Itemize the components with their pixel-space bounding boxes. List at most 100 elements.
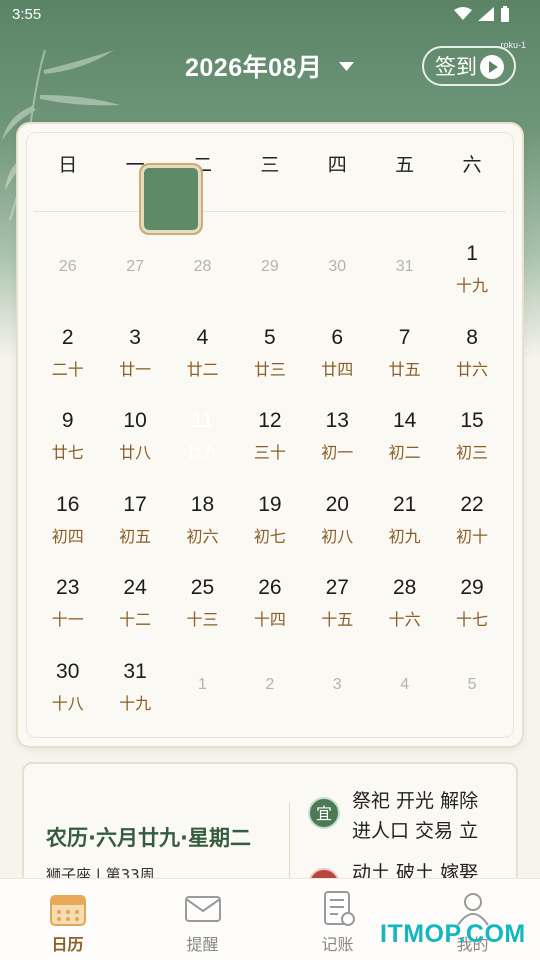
lunar-day: 十七 bbox=[456, 610, 489, 630]
calendar-day[interactable]: 8 廿六 bbox=[438, 316, 505, 400]
checkin-button[interactable]: 签到 bbox=[422, 46, 516, 86]
lunar-day: 初三 bbox=[456, 443, 489, 463]
day-number: 5 bbox=[467, 675, 477, 693]
calendar-day[interactable]: 4 廿二 bbox=[169, 316, 236, 400]
lunar-day: 廿一 bbox=[119, 359, 152, 379]
calendar-day[interactable]: 20 初八 bbox=[304, 483, 371, 567]
ledger-icon bbox=[324, 891, 355, 926]
info-divider bbox=[289, 802, 290, 878]
day-number: 14 bbox=[392, 409, 417, 433]
lunar-day: 十九 bbox=[456, 276, 489, 295]
day-number: 1 bbox=[198, 675, 207, 693]
lunar-day: 廿三 bbox=[253, 359, 286, 379]
nav-item-reminder[interactable]: 提醒 bbox=[135, 879, 270, 960]
calendar-day[interactable]: 27 十五 bbox=[304, 566, 371, 650]
status-time: 3:55 bbox=[12, 6, 42, 23]
calendar-day[interactable]: 26 十四 bbox=[236, 566, 303, 650]
day-number: 20 bbox=[325, 492, 349, 516]
day-number: 28 bbox=[193, 258, 212, 275]
lunar-day: 初十 bbox=[456, 526, 489, 546]
nav-item-calendar[interactable]: 日历 bbox=[0, 879, 135, 960]
day-number: 30 bbox=[56, 659, 80, 683]
lunar-day: 十二 bbox=[119, 610, 152, 630]
nav-label-calendar: 日历 bbox=[51, 935, 84, 954]
day-number: 3 bbox=[332, 675, 342, 693]
calendar-day[interactable]: 22 初十 bbox=[438, 483, 505, 567]
day-number: 13 bbox=[325, 409, 349, 433]
envelope-icon bbox=[185, 896, 221, 922]
calendar-day-selected[interactable]: 11 廿九 bbox=[169, 399, 236, 483]
calendar-day[interactable]: 26 bbox=[34, 232, 101, 316]
calendar-day[interactable]: 5 bbox=[438, 650, 505, 734]
calendar-day[interactable]: 1 bbox=[169, 650, 236, 734]
calendar-day[interactable]: 3 廿一 bbox=[101, 316, 168, 400]
day-number: 6 bbox=[331, 325, 344, 349]
calendar-day[interactable]: 1 十九 bbox=[438, 232, 505, 316]
lunar-day: 二十 bbox=[51, 359, 84, 379]
calendar-day[interactable]: 16 初四 bbox=[34, 483, 101, 567]
month-title[interactable]: 2026年08月 bbox=[185, 48, 322, 84]
day-number: 21 bbox=[392, 492, 417, 516]
day-number: 23 bbox=[56, 576, 80, 600]
calendar-day[interactable]: 25 十三 bbox=[169, 566, 236, 650]
lunar-day: 十四 bbox=[253, 610, 286, 630]
day-number: 7 bbox=[398, 325, 411, 349]
selected-day-highlight bbox=[139, 163, 203, 235]
calendar-day[interactable]: 29 十七 bbox=[438, 566, 505, 650]
lunar-day: 初四 bbox=[51, 526, 84, 546]
calendar-day[interactable]: 2 二十 bbox=[34, 316, 101, 400]
lunar-day: 初五 bbox=[119, 526, 152, 546]
calendar-grid: 26 27 28 29 30 31 1 十九 2 二十 3 廿一 4 廿二 5 廿三 6 廿四 7 廿五 8 廿六 9 廿七 1… bbox=[34, 232, 506, 734]
lunar-day: 十三 bbox=[186, 610, 219, 630]
calendar-day[interactable]: 15 初三 bbox=[438, 399, 505, 483]
calendar-day[interactable]: 2 bbox=[236, 650, 303, 734]
lunar-day: 初八 bbox=[321, 526, 354, 546]
calendar-day[interactable]: 30 十八 bbox=[34, 650, 101, 734]
day-number: 10 bbox=[123, 409, 147, 433]
calendar-day[interactable]: 28 十六 bbox=[371, 566, 438, 650]
calendar-day[interactable]: 10 廿八 bbox=[101, 399, 168, 483]
lunar-day: 十八 bbox=[51, 693, 84, 713]
calendar-day[interactable]: 27 bbox=[101, 232, 168, 316]
calendar-day[interactable]: 18 初六 bbox=[169, 483, 236, 567]
day-number: 1 bbox=[466, 242, 478, 265]
day-number: 2 bbox=[265, 675, 275, 693]
calendar-day[interactable]: 29 bbox=[236, 232, 303, 316]
calendar-day[interactable]: 14 初二 bbox=[371, 399, 438, 483]
calendar-day[interactable]: 31 bbox=[371, 232, 438, 316]
calendar-day[interactable]: 28 bbox=[169, 232, 236, 316]
lunar-day: 三十 bbox=[253, 443, 286, 463]
lunar-day: 初二 bbox=[388, 443, 421, 463]
day-number: 15 bbox=[460, 409, 484, 433]
calendar-day[interactable]: 9 廿七 bbox=[34, 399, 101, 483]
calendar-day[interactable]: 12 三十 bbox=[236, 399, 303, 483]
calendar-day[interactable]: 17 初五 bbox=[101, 483, 168, 567]
lunar-day: 初六 bbox=[186, 526, 219, 546]
chevron-down-icon[interactable] bbox=[339, 62, 354, 71]
day-number: 29 bbox=[260, 258, 279, 275]
yi-items: 祭祀 开光 解除 进人口 交易 立 bbox=[352, 790, 479, 842]
day-number: 4 bbox=[400, 675, 410, 693]
calendar-day[interactable]: 3 bbox=[304, 650, 371, 734]
calendar-day[interactable]: 30 bbox=[304, 232, 371, 316]
weekday-label: 五 bbox=[395, 154, 415, 176]
calendar-day[interactable]: 19 初七 bbox=[236, 483, 303, 567]
day-number: 12 bbox=[258, 409, 282, 433]
calendar-day[interactable]: 13 初一 bbox=[304, 399, 371, 483]
wifi-icon bbox=[454, 7, 472, 20]
day-number: 25 bbox=[190, 576, 215, 600]
calendar-day[interactable]: 7 廿五 bbox=[371, 316, 438, 400]
calendar-day[interactable]: 24 十二 bbox=[101, 566, 168, 650]
day-number: 31 bbox=[395, 258, 414, 275]
day-number: 26 bbox=[258, 576, 282, 600]
status-bar: 3:55 bbox=[0, 0, 540, 30]
lunar-day: 廿九 bbox=[186, 443, 219, 463]
calendar-day[interactable]: 31 十九 bbox=[101, 650, 168, 734]
lunar-day: 十五 bbox=[321, 610, 354, 630]
day-number: 22 bbox=[460, 492, 484, 516]
calendar-day[interactable]: 6 廿四 bbox=[304, 316, 371, 400]
calendar-day[interactable]: 23 十一 bbox=[34, 566, 101, 650]
calendar-day[interactable]: 5 廿三 bbox=[236, 316, 303, 400]
calendar-day[interactable]: 21 初九 bbox=[371, 483, 438, 567]
calendar-day[interactable]: 4 bbox=[371, 650, 438, 734]
